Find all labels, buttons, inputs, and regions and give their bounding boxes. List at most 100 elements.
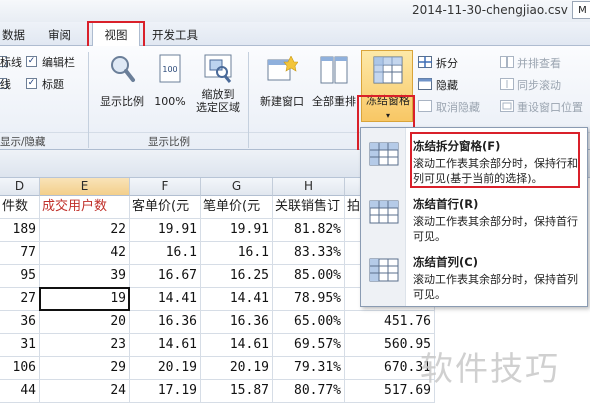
menu-item-freeze-first-column[interactable]: 冻结首列(C) 滚动工作表其余部分时，保持首列可见。 <box>361 250 587 306</box>
menu-item-freeze-panes[interactable]: 冻结拆分窗格(F) 滚动工作表其余部分时，保持行和列可见(基于当前的选择)。 <box>361 132 587 190</box>
sync-scroll-icon <box>500 78 514 90</box>
page-100-icon: 100 <box>159 54 181 83</box>
side-by-side-icon <box>500 56 514 68</box>
unhide-button[interactable]: 取消隐藏 <box>436 99 480 115</box>
zoom-button-label: 显示比例 <box>100 95 144 108</box>
table-cell[interactable]: 20.19 <box>201 357 273 380</box>
column-header-d[interactable]: D <box>0 178 40 196</box>
tab-review[interactable]: 审阅 <box>48 27 71 43</box>
tab-data[interactable]: 数据 <box>2 27 25 43</box>
table-cell[interactable]: 19.91 <box>130 219 201 242</box>
table-cell[interactable]: 16.1 <box>130 242 201 265</box>
zoom-button[interactable]: 显示比例 <box>96 50 148 112</box>
menu-item-description: 滚动工作表其余部分时，保持行和列可见(基于当前的选择)。 <box>413 157 578 185</box>
menu-item-description: 滚动工作表其余部分时，保持首行可见。 <box>413 215 578 243</box>
tab-developer[interactable]: 开发工具 <box>152 27 198 43</box>
table-cell[interactable]: 14.61 <box>130 334 201 357</box>
zoom-100-button[interactable]: 100 100% <box>152 50 188 112</box>
table-cell[interactable]: 29 <box>40 357 130 380</box>
headings-label: 标题 <box>42 78 64 91</box>
table-cell[interactable]: 65.00% <box>273 311 345 334</box>
column-header-g[interactable]: G <box>201 178 273 196</box>
table-cell[interactable]: 20.19 <box>130 357 201 380</box>
zoom-group-label: 显示比例 <box>148 136 190 148</box>
column-header-e[interactable]: E <box>40 178 130 196</box>
headings-checkbox[interactable]: ✓ <box>26 78 37 89</box>
window-control-button[interactable]: M <box>572 1 590 19</box>
freeze-panes-button[interactable]: 冻结窗格 ▾ <box>361 50 413 122</box>
table-cell[interactable]: 22 <box>40 219 130 242</box>
table-cell[interactable]: 81.82% <box>273 219 345 242</box>
table-cell[interactable]: 16.36 <box>130 311 201 334</box>
table-cell[interactable]: 69.57% <box>273 334 345 357</box>
table-cell[interactable]: 19.91 <box>201 219 273 242</box>
unhide-icon <box>418 100 432 112</box>
table-cell[interactable]: 106 <box>0 357 40 380</box>
column-header-f[interactable]: F <box>130 178 201 196</box>
table-cell[interactable]: 16.25 <box>201 265 273 288</box>
formula-bar-label: 编辑栏 <box>42 56 75 69</box>
chevron-down-icon: ▾ <box>385 111 390 120</box>
column-header-h[interactable]: H <box>273 178 345 196</box>
table-cell[interactable]: 24 <box>40 380 130 403</box>
table-cell[interactable]: 16.36 <box>201 311 273 334</box>
header-cell[interactable]: 客单价(元 <box>130 196 201 219</box>
hide-button[interactable]: 隐藏 <box>436 77 458 93</box>
table-cell[interactable]: 14.61 <box>201 334 273 357</box>
table-cell[interactable]: 14.41 <box>130 288 201 311</box>
header-cell[interactable]: 成交用户数 <box>40 196 130 219</box>
menu-item-freeze-top-row[interactable]: 冻结首行(R) 滚动工作表其余部分时，保持首行可见。 <box>361 192 587 248</box>
formula-bar-checkbox[interactable]: ✓ <box>26 56 37 67</box>
arrange-all-button[interactable]: 全部重排 <box>308 50 360 112</box>
new-window-button[interactable]: 新建窗口 <box>254 50 310 112</box>
table-cell[interactable]: 85.00% <box>273 265 345 288</box>
table-cell[interactable]: 79.31% <box>273 357 345 380</box>
table-cell[interactable]: 27 <box>0 288 40 311</box>
new-window-label: 新建窗口 <box>260 95 304 108</box>
table-cell[interactable]: 42 <box>40 242 130 265</box>
table-cell[interactable]: 451.76 <box>345 311 435 334</box>
table-cell[interactable]: 17.19 <box>130 380 201 403</box>
table-cell[interactable]: 23 <box>40 334 130 357</box>
table-cell[interactable]: 19 <box>40 288 130 311</box>
zoom-to-selection-button[interactable]: 缩放到 选定区域 <box>192 50 244 122</box>
freeze-top-row-icon <box>369 200 399 224</box>
header-cell[interactable]: 件数 <box>0 196 40 219</box>
table-cell[interactable]: 16.1 <box>201 242 273 265</box>
ribbon-tab-bar: 数据 审阅 视图 开发工具 <box>0 22 590 47</box>
header-cell[interactable]: 笔单价(元 <box>201 196 273 219</box>
table-cell[interactable]: 77 <box>0 242 40 265</box>
header-cell[interactable]: 关联销售订 <box>273 196 345 219</box>
magnifier-icon <box>111 56 135 82</box>
sync-scroll-button[interactable]: 同步滚动 <box>517 77 561 93</box>
table-cell[interactable]: 14.41 <box>201 288 273 311</box>
freeze-panes-icon <box>369 142 399 166</box>
freeze-panes-menu: 冻结拆分窗格(F) 滚动工作表其余部分时，保持行和列可见(基于当前的选择)。 冻… <box>360 127 588 307</box>
group-separator-2 <box>248 52 249 148</box>
tab-view[interactable]: 视图 <box>92 22 140 47</box>
table-cell[interactable]: 83.33% <box>273 242 345 265</box>
table-cell[interactable]: 95 <box>0 265 40 288</box>
freeze-first-column-icon <box>369 258 399 282</box>
reset-position-button[interactable]: 重设窗口位置 <box>517 99 583 115</box>
side-by-side-button[interactable]: 并排查看 <box>517 55 561 71</box>
table-cell[interactable]: 78.95% <box>273 288 345 311</box>
table-cell[interactable]: 39 <box>40 265 130 288</box>
table-cell[interactable]: 15.87 <box>201 380 273 403</box>
table-cell[interactable]: 80.77% <box>273 380 345 403</box>
table-cell[interactable]: 189 <box>0 219 40 242</box>
group-separator <box>88 52 89 148</box>
table-cell[interactable]: 16.67 <box>130 265 201 288</box>
split-button[interactable]: 拆分 <box>436 55 458 71</box>
arrange-all-icon <box>320 56 348 84</box>
svg-text:100: 100 <box>162 65 177 74</box>
arrange-all-label: 全部重排 <box>312 95 356 108</box>
title-bar: 2014-11-30-chengjiao.csv - M <box>0 0 590 22</box>
menu-item-description: 滚动工作表其余部分时，保持首列可见。 <box>413 273 578 301</box>
table-cell[interactable]: 31 <box>0 334 40 357</box>
table-cell[interactable]: 36 <box>0 311 40 334</box>
zoom-selection-icon <box>204 54 232 83</box>
table-cell[interactable]: 44 <box>0 380 40 403</box>
reset-position-icon <box>500 100 514 112</box>
table-cell[interactable]: 20 <box>40 311 130 334</box>
